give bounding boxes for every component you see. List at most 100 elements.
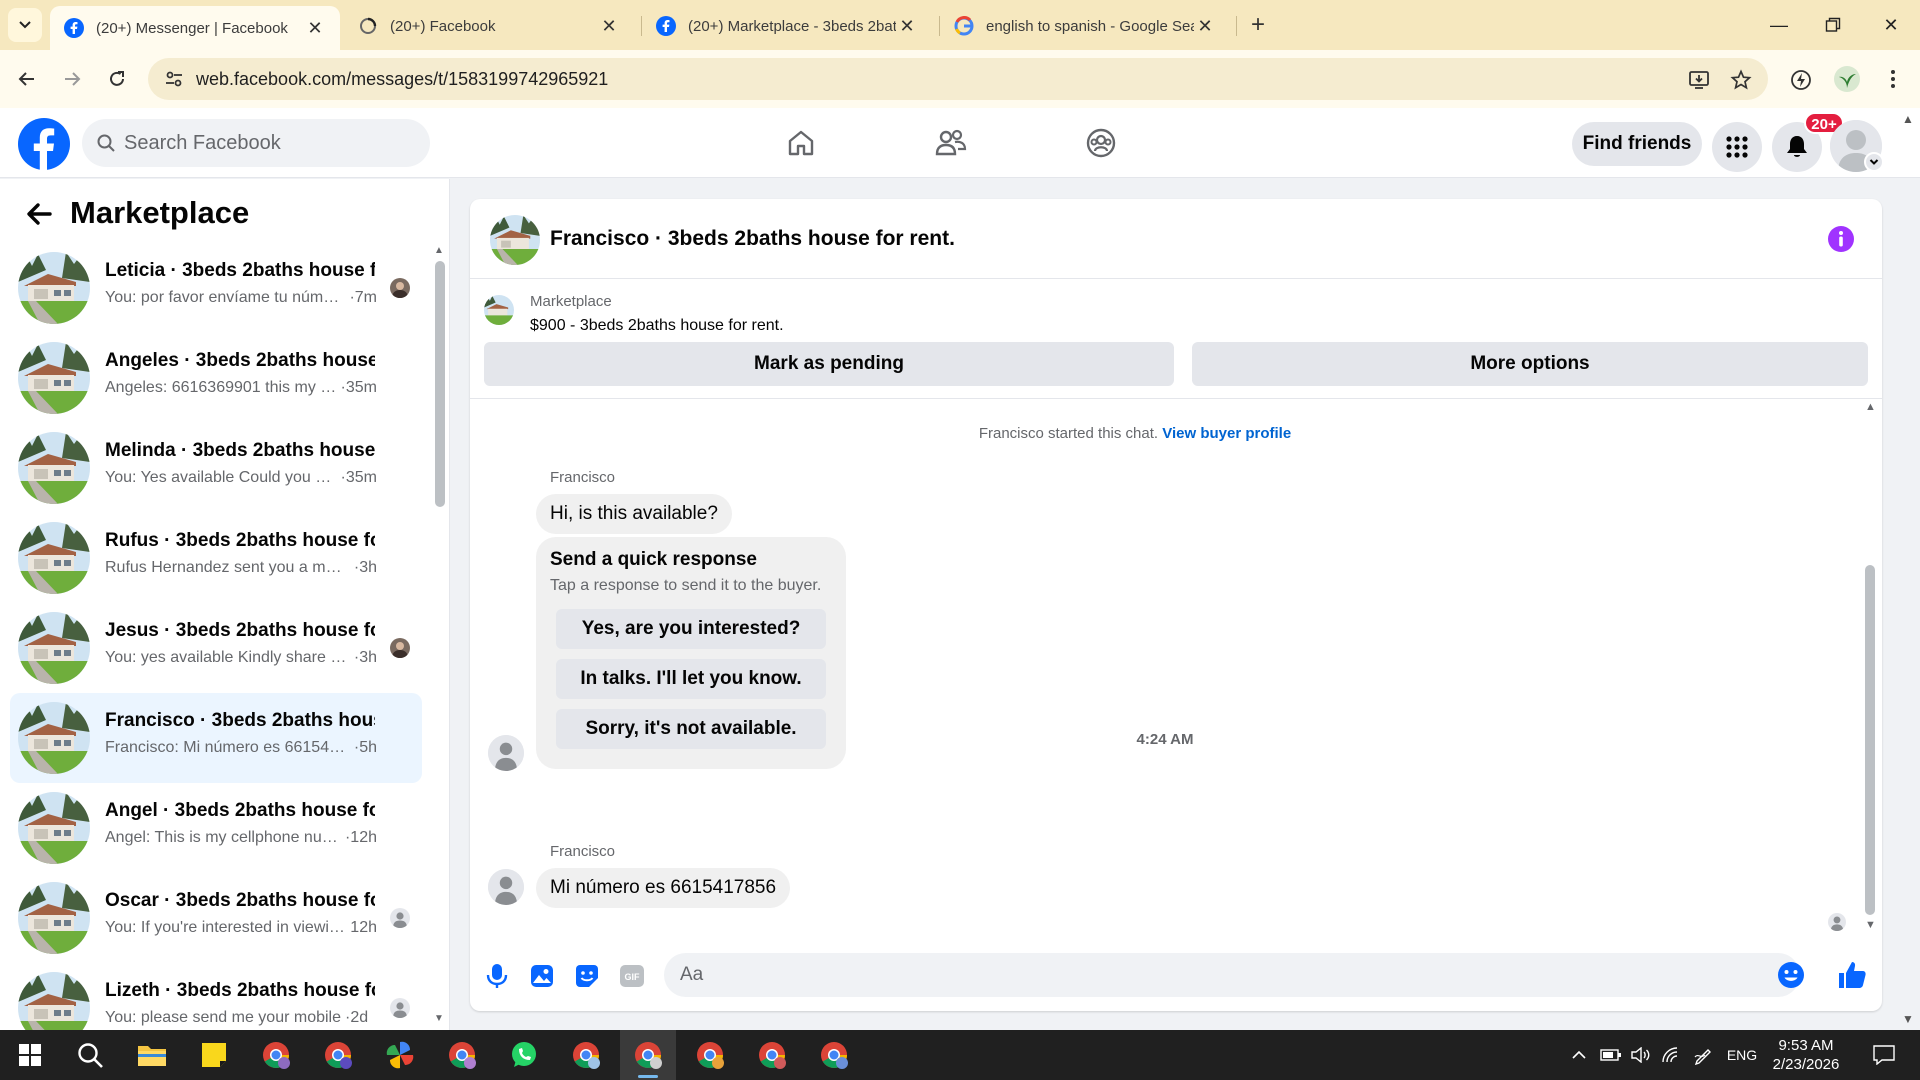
taskbar-chrome-profile-6[interactable]	[744, 1030, 800, 1080]
browser-tab-messenger[interactable]: (20+) Messenger | Facebook ✕	[50, 6, 340, 50]
close-tab-icon[interactable]: ✕	[1194, 16, 1216, 37]
reload-button[interactable]	[102, 64, 132, 94]
restore-button[interactable]	[1810, 0, 1856, 50]
view-buyer-profile-link[interactable]: View buyer profile	[1162, 425, 1291, 442]
grid-menu-icon	[1726, 136, 1748, 158]
input-language[interactable]: ENG	[1722, 1030, 1762, 1080]
sidebar-scrollbar-thumb[interactable]	[435, 261, 445, 507]
taskbar-chrome-profile-5[interactable]	[682, 1030, 738, 1080]
conversation-item[interactable]: Lizeth · 3beds 2baths house for rent. Yo…	[10, 963, 422, 1030]
taskbar-app-pinwheel[interactable]	[372, 1030, 428, 1080]
battery-tray[interactable]	[1598, 1030, 1624, 1080]
page-scroll-down-arrow[interactable]: ▼	[1902, 1012, 1914, 1026]
conversation-item[interactable]: Oscar · 3beds 2baths house for rent. You…	[10, 873, 422, 963]
close-tab-icon[interactable]: ✕	[896, 16, 918, 37]
scroll-up-arrow[interactable]: ▲	[1865, 401, 1876, 413]
conversation-item[interactable]: Jesus · 3beds 2baths house for rent. You…	[10, 603, 422, 693]
message-input[interactable]	[680, 953, 1730, 997]
account-menu-caret[interactable]	[1864, 152, 1884, 172]
emoji-icon[interactable]	[1776, 960, 1806, 990]
message-bubble[interactable]: Mi número es 6615417856	[536, 868, 791, 908]
message-bubble[interactable]: Hi, is this available?	[536, 494, 732, 534]
bookmark-star-icon[interactable]	[1730, 69, 1752, 91]
arrow-left-icon[interactable]	[24, 199, 54, 229]
tab-search-button[interactable]	[8, 8, 42, 42]
search-input[interactable]	[124, 119, 414, 167]
network-tray[interactable]	[1658, 1030, 1684, 1080]
sticker-button[interactable]	[572, 961, 602, 991]
listing-thumbnail[interactable]	[484, 295, 514, 325]
system-clock[interactable]: 9:53 AM 2/23/2026	[1758, 1036, 1854, 1074]
attach-photo-button[interactable]	[527, 961, 557, 991]
conversation-item[interactable]: Francisco · 3beds 2baths house for rent.…	[10, 693, 422, 783]
notification-center-button[interactable]	[1864, 1030, 1904, 1080]
close-tab-icon[interactable]: ✕	[598, 16, 620, 37]
conversation-item[interactable]: Rufus · 3beds 2baths house for rent. Ruf…	[10, 513, 422, 603]
minimize-button[interactable]: —	[1756, 0, 1802, 50]
scroll-up-arrow[interactable]: ▲	[434, 245, 444, 256]
taskbar-chrome-profile-3[interactable]	[434, 1030, 490, 1080]
nav-groups[interactable]	[1076, 120, 1126, 166]
back-button[interactable]	[12, 64, 42, 94]
more-vertical-icon	[1891, 70, 1895, 88]
browser-tab-marketplace[interactable]: (20+) Marketplace - 3beds 2baths ✕	[642, 6, 932, 46]
more-options-button[interactable]: More options	[1192, 342, 1868, 386]
taskbar-file-explorer[interactable]	[124, 1030, 180, 1080]
browser-tab-facebook[interactable]: (20+) Facebook ✕	[344, 6, 634, 46]
taskbar-chrome-active[interactable]	[620, 1030, 676, 1080]
scroll-down-arrow[interactable]: ▼	[434, 1013, 444, 1024]
quick-response-yes[interactable]: Yes, are you interested?	[556, 609, 826, 649]
mark-as-pending-button[interactable]: Mark as pending	[484, 342, 1174, 386]
nav-home[interactable]	[776, 120, 826, 166]
message-input-box[interactable]	[664, 953, 1804, 997]
default-avatar-icon	[488, 869, 524, 905]
taskbar-chrome-profile-7[interactable]	[806, 1030, 862, 1080]
taskbar-chrome-profile-4[interactable]	[558, 1030, 614, 1080]
conversation-item[interactable]: Angel · 3beds 2baths house for rent. Ang…	[10, 783, 422, 873]
close-tab-icon[interactable]: ✕	[304, 18, 326, 39]
address-bar[interactable]: web.facebook.com/messages/t/158319974296…	[148, 58, 1768, 100]
close-window-button[interactable]: ✕	[1868, 0, 1914, 50]
start-button[interactable]	[2, 1030, 58, 1080]
menu-button[interactable]	[1712, 122, 1762, 172]
show-hidden-icons[interactable]	[1566, 1030, 1592, 1080]
nav-friends[interactable]	[926, 120, 976, 166]
wifi-icon	[1662, 1047, 1678, 1063]
pen-tray[interactable]	[1690, 1030, 1716, 1080]
sender-avatar[interactable]	[488, 869, 524, 905]
taskbar-whatsapp[interactable]	[496, 1030, 552, 1080]
house-photo-icon	[18, 792, 90, 864]
house-photo-icon	[18, 612, 90, 684]
site-settings-icon[interactable]	[164, 69, 184, 89]
gif-button[interactable]: GIF	[617, 961, 647, 991]
browser-tab-google[interactable]: english to spanish - Google Search ✕	[940, 6, 1230, 46]
chat-title[interactable]: Francisco · 3beds 2baths house for rent.	[550, 227, 955, 251]
conversation-item[interactable]: Angeles · 3beds 2baths house for rent. A…	[10, 333, 422, 423]
browser-menu-button[interactable]	[1878, 64, 1908, 94]
listing-title[interactable]: $900 - 3beds 2baths house for rent.	[530, 317, 784, 335]
quick-response-in-talks[interactable]: In talks. I'll let you know.	[556, 659, 826, 699]
page-scroll-up-arrow[interactable]: ▲	[1902, 112, 1914, 126]
thumbs-up-icon[interactable]	[1836, 959, 1868, 991]
forward-button[interactable]	[57, 64, 87, 94]
new-tab-button[interactable]: +	[1243, 10, 1273, 40]
find-friends-button[interactable]: Find friends	[1572, 122, 1702, 166]
chat-scrollbar-thumb[interactable]	[1865, 565, 1875, 915]
scroll-down-arrow[interactable]: ▼	[1865, 919, 1876, 931]
facebook-logo-icon[interactable]	[18, 118, 70, 170]
facebook-search-box[interactable]	[82, 119, 430, 167]
taskbar-chrome-profile-2[interactable]	[310, 1030, 366, 1080]
install-app-icon[interactable]	[1688, 69, 1710, 91]
conversation-item[interactable]: Leticia · 3beds 2baths house for rent. Y…	[10, 243, 422, 333]
extension-icon[interactable]	[1790, 69, 1812, 91]
taskbar-search-button[interactable]	[62, 1030, 118, 1080]
chat-avatar[interactable]	[490, 215, 540, 265]
conversation-item[interactable]: Melinda · 3beds 2baths house for rent. Y…	[10, 423, 422, 513]
info-icon[interactable]	[1827, 225, 1855, 253]
taskbar-chrome-profile-1[interactable]	[248, 1030, 304, 1080]
conversation-preview: You: yes available Kindly share your ·3h	[105, 649, 377, 667]
volume-tray[interactable]	[1628, 1030, 1654, 1080]
browser-profile-avatar[interactable]	[1834, 66, 1860, 92]
taskbar-sticky-notes[interactable]	[186, 1030, 242, 1080]
voice-clip-button[interactable]	[482, 961, 512, 991]
